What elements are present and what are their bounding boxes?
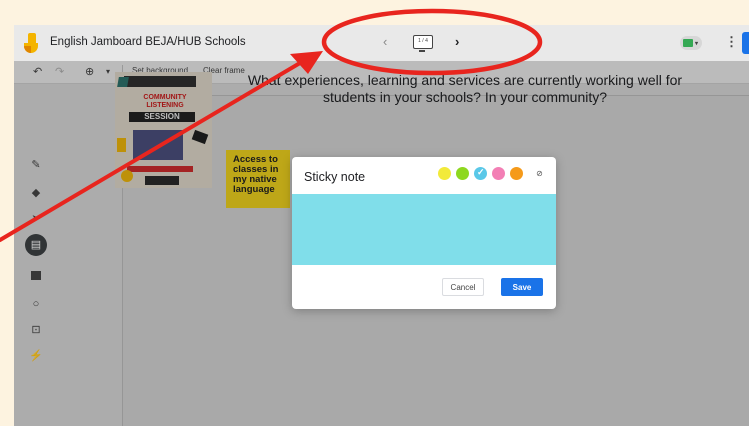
note-text-area[interactable] [292,194,556,265]
sticky-note-dialog: Sticky note ⊘ Cancel Save [292,157,556,309]
dialog-title: Sticky note [304,170,366,184]
no-color-icon[interactable]: ⊘ [534,168,545,179]
document-title[interactable]: English Jamboard BEJA/HUB Schools [50,36,246,48]
save-button[interactable]: Save [501,278,543,296]
more-options-icon[interactable]: ⋮ [725,34,738,50]
color-swatch-green[interactable] [456,167,469,180]
jamboard-logo[interactable] [24,33,38,53]
color-swatch-orange[interactable] [510,167,523,180]
color-swatch-pink[interactable] [492,167,505,180]
color-swatch-yellow[interactable] [438,167,451,180]
frame-indicator: 1 / 4 [418,38,428,44]
share-button[interactable] [742,32,749,54]
frame-bar-button[interactable]: 1 / 4 [413,35,433,52]
meet-icon[interactable]: ▾ [680,36,702,50]
next-frame-button[interactable]: › [455,34,459,49]
previous-frame-button[interactable]: ‹ [383,34,387,49]
cancel-button[interactable]: Cancel [442,278,484,296]
color-swatch-blue[interactable] [474,167,487,180]
top-bar: English Jamboard BEJA/HUB Schools ‹ 1 / … [14,25,749,61]
